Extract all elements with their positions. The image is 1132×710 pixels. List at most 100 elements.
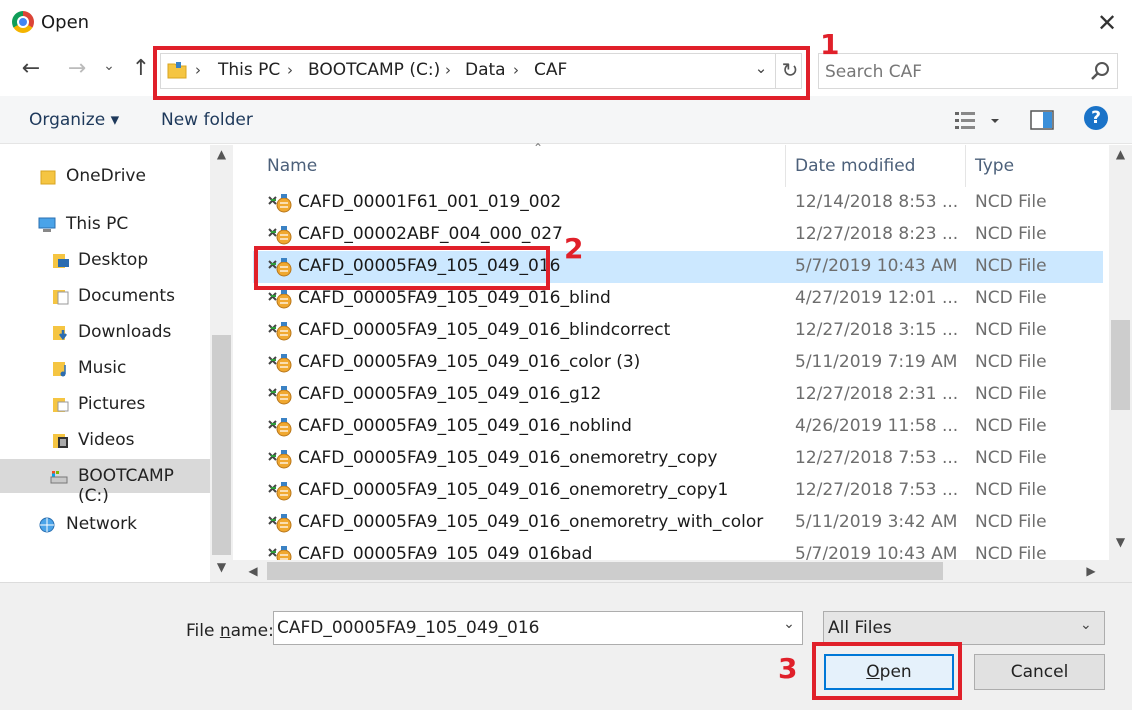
file-name: CAFD_00002ABF_004_000_027 bbox=[298, 224, 563, 244]
sidebar-item-videos[interactable]: Videos bbox=[0, 423, 210, 457]
breadcrumb-bootcamp[interactable]: BOOTCAMP (C:) bbox=[308, 60, 440, 80]
command-toolbar: Organize ▾ New folder ? bbox=[0, 96, 1132, 144]
file-type: NCD File bbox=[975, 384, 1047, 404]
sidebar-item-documents[interactable]: Documents bbox=[0, 279, 210, 313]
table-row[interactable]: CAFD_00005FA9_105_049_016_onemoretry_wit… bbox=[253, 507, 1103, 539]
sidebar-item-pictures[interactable]: Pictures bbox=[0, 387, 210, 421]
open-button[interactable]: Open bbox=[824, 654, 954, 690]
navigation-pane: OneDrive This PC Desktop Documents Downl… bbox=[0, 145, 233, 582]
file-date-modified: 12/27/2018 8:23 ... bbox=[795, 224, 959, 244]
scroll-left-icon[interactable]: ◀ bbox=[243, 560, 263, 582]
preview-pane-icon[interactable] bbox=[1030, 110, 1054, 130]
file-name: CAFD_00005FA9_105_049_016_g12 bbox=[298, 384, 602, 404]
ncd-file-icon bbox=[268, 354, 292, 373]
window-title: Open bbox=[41, 12, 90, 33]
cancel-button[interactable]: Cancel bbox=[974, 654, 1105, 690]
breadcrumb-caf[interactable]: CAF bbox=[534, 60, 567, 80]
file-date-modified: 5/7/2019 10:43 AM bbox=[795, 544, 958, 560]
sidebar-item-onedrive[interactable]: OneDrive bbox=[0, 159, 210, 193]
annotation-number-2: 2 bbox=[564, 232, 584, 265]
search-input[interactable] bbox=[825, 60, 1081, 84]
ncd-file-icon bbox=[268, 386, 292, 405]
file-name: CAFD_00005FA9_105_049_016_blind bbox=[298, 288, 611, 308]
sidebar-item-downloads[interactable]: Downloads bbox=[0, 315, 210, 349]
drive-icon bbox=[50, 471, 68, 484]
forward-button[interactable]: → bbox=[62, 56, 92, 86]
file-type-value: All Files bbox=[828, 618, 892, 638]
file-type: NCD File bbox=[975, 480, 1047, 500]
table-row[interactable]: CAFD_00005FA9_105_049_016_g12 12/27/2018 … bbox=[253, 379, 1103, 411]
file-name: CAFD_00005FA9_105_049_016_color (3) bbox=[298, 352, 641, 372]
address-dropdown-chevron-icon[interactable]: ⌄ bbox=[751, 59, 771, 83]
downloads-folder-icon bbox=[53, 326, 67, 341]
file-type-select[interactable]: All Files ⌄ bbox=[823, 611, 1105, 645]
chevron-down-icon[interactable]: ⌄ bbox=[779, 616, 799, 640]
table-row[interactable]: CAFD_00005FA9_105_049_016_noblind 4/26/20… bbox=[253, 411, 1103, 443]
sidebar-item-this-pc[interactable]: This PC bbox=[0, 207, 210, 241]
file-date-modified: 12/27/2018 7:53 ... bbox=[795, 480, 959, 500]
sidebar-item-label: Documents bbox=[78, 286, 175, 306]
table-row[interactable]: CAFD_00002ABF_004_000_027 12/27/2018 8:23… bbox=[253, 219, 1103, 251]
help-button[interactable]: ? bbox=[1084, 106, 1108, 130]
file-date-modified: 5/11/2019 3:42 AM bbox=[795, 512, 958, 532]
file-list-vertical-scrollbar[interactable]: ▲ ▼ bbox=[1109, 145, 1132, 560]
breadcrumb-separator: › bbox=[445, 61, 451, 79]
breadcrumb-data[interactable]: Data bbox=[465, 60, 506, 80]
chrome-logo-icon bbox=[12, 11, 34, 33]
file-type: NCD File bbox=[975, 288, 1047, 308]
new-folder-button[interactable]: New folder bbox=[161, 110, 253, 130]
scroll-down-icon[interactable]: ▼ bbox=[210, 560, 233, 580]
back-button[interactable]: ← bbox=[16, 56, 46, 86]
breadcrumb-this-pc[interactable]: This PC bbox=[218, 60, 280, 80]
up-button[interactable]: ↑ bbox=[128, 56, 154, 86]
file-date-modified: 12/27/2018 3:15 ... bbox=[795, 320, 959, 340]
table-row[interactable]: CAFD_00005FA9_105_049_016_onemoretry_cop… bbox=[253, 475, 1103, 507]
sidebar-item-network[interactable]: Network bbox=[0, 507, 210, 541]
change-view-icon[interactable] bbox=[954, 110, 1002, 132]
organize-button[interactable]: Organize ▾ bbox=[29, 110, 119, 130]
ncd-file-icon bbox=[268, 514, 292, 533]
ncd-file-icon bbox=[268, 258, 292, 277]
table-row[interactable]: CAFD_00005FA9_105_049_016_onemoretry_cop… bbox=[253, 443, 1103, 475]
file-name-combobox[interactable]: ⌄ bbox=[273, 611, 803, 645]
file-type: NCD File bbox=[975, 224, 1047, 244]
table-row[interactable]: CAFD_00005FA9_105_049_016_blindcorrect 12… bbox=[253, 315, 1103, 347]
scroll-up-icon[interactable]: ▲ bbox=[1109, 147, 1132, 167]
network-icon bbox=[39, 517, 55, 533]
file-name-input[interactable] bbox=[277, 616, 767, 640]
file-type: NCD File bbox=[975, 416, 1047, 436]
file-date-modified: 4/26/2019 11:58 ... bbox=[795, 416, 959, 436]
open-button-accelerator: O bbox=[866, 662, 880, 682]
scroll-right-icon[interactable]: ▶ bbox=[1081, 560, 1101, 582]
address-bar[interactable]: › This PC › BOOTCAMP (C:) › Data › CAF ⌄… bbox=[160, 53, 802, 89]
recent-locations-chevron-icon[interactable]: ⌄ bbox=[100, 58, 118, 84]
search-icon[interactable] bbox=[1089, 61, 1111, 83]
table-row-selected[interactable]: CAFD_00005FA9_105_049_016 5/7/2019 10:43 … bbox=[253, 251, 1103, 283]
file-date-modified: 12/27/2018 7:53 ... bbox=[795, 448, 959, 468]
file-name: CAFD_00001F61_001_019_002 bbox=[298, 192, 562, 212]
file-list-horizontal-scrollbar[interactable]: ◀ ▶ bbox=[233, 560, 1109, 582]
scroll-down-icon[interactable]: ▼ bbox=[1109, 535, 1132, 555]
ncd-file-icon bbox=[268, 482, 292, 501]
scroll-thumb[interactable] bbox=[267, 562, 943, 580]
scroll-thumb[interactable] bbox=[212, 335, 231, 555]
table-row[interactable]: CAFD_00005FA9_105_049_016bad 5/7/2019 10:… bbox=[253, 539, 1103, 560]
sidebar-item-label: Pictures bbox=[78, 394, 146, 414]
table-row[interactable]: CAFD_00001F61_001_019_002 12/14/2018 8:53… bbox=[253, 187, 1103, 219]
table-row[interactable]: CAFD_00005FA9_105_049_016_color (3) 5/11/… bbox=[253, 347, 1103, 379]
table-row[interactable]: CAFD_00005FA9_105_049_016_blind 4/27/2019… bbox=[253, 283, 1103, 315]
file-date-modified: 5/7/2019 10:43 AM bbox=[795, 256, 958, 276]
refresh-button[interactable]: ↻ bbox=[780, 58, 800, 84]
sidebar-item-desktop[interactable]: Desktop bbox=[0, 243, 210, 277]
close-button[interactable]: ✕ bbox=[1092, 8, 1122, 38]
scroll-up-icon[interactable]: ▲ bbox=[210, 147, 233, 167]
sidebar-item-bootcamp[interactable]: BOOTCAMP (C:) bbox=[0, 459, 210, 506]
videos-folder-icon bbox=[53, 434, 68, 448]
file-date-modified: 4/27/2019 12:01 ... bbox=[795, 288, 959, 308]
sidebar-item-music[interactable]: Music bbox=[0, 351, 210, 385]
annotation-number-3: 3 bbox=[778, 652, 798, 685]
search-box[interactable] bbox=[818, 53, 1118, 89]
scroll-thumb[interactable] bbox=[1111, 320, 1130, 410]
sidebar-item-label: Downloads bbox=[78, 322, 172, 342]
nav-pane-scrollbar[interactable]: ▲ ▼ bbox=[210, 145, 233, 582]
